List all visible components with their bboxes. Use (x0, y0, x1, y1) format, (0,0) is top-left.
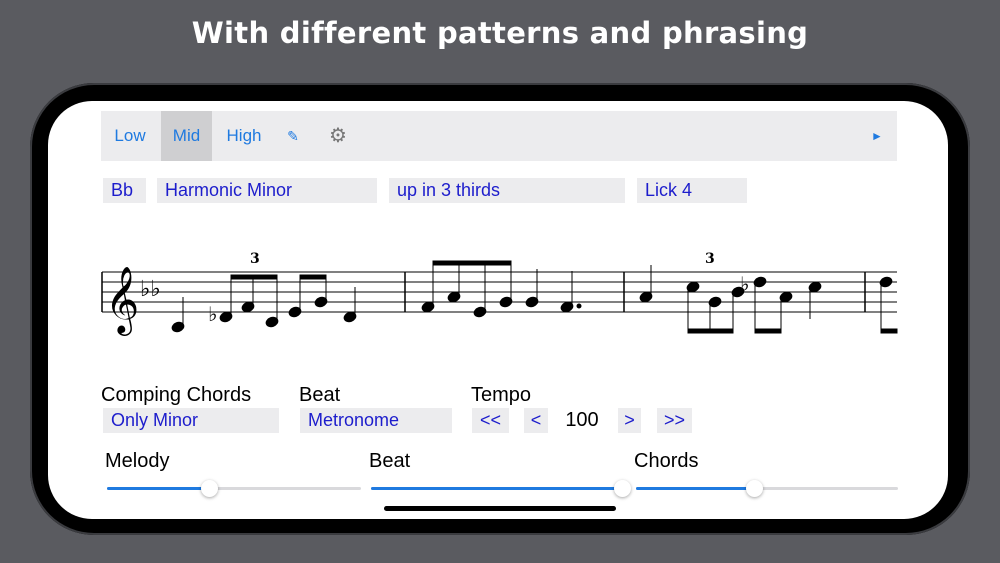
tempo-fast-forward-button[interactable]: >> (657, 408, 692, 433)
slider-thumb[interactable] (613, 480, 631, 497)
key-signature: ♭♭ (140, 277, 161, 302)
lick-selector[interactable]: Lick 4 (637, 178, 747, 203)
play-icon[interactable]: ► (865, 111, 889, 161)
headline: With different patterns and phrasing (191, 16, 809, 50)
tempo-value: 100 (565, 409, 599, 431)
slider-fill (107, 487, 209, 490)
chords-volume-label: Chords (634, 450, 699, 472)
melody-volume-slider[interactable] (107, 480, 361, 497)
tempo-back-button[interactable]: < (524, 408, 548, 433)
tempo-forward-button[interactable]: > (618, 408, 641, 433)
beam (299, 274, 327, 280)
beam (754, 328, 782, 334)
triplet-mark: 3 (250, 251, 260, 267)
chords-volume-slider[interactable] (636, 480, 898, 497)
music-staff: 𝄞 ♭♭ 3 3 ♭ ♭ (101, 251, 898, 336)
home-indicator (384, 506, 616, 511)
flat-accidental: ♭ (208, 302, 217, 326)
beam (687, 328, 734, 334)
dot (576, 303, 582, 309)
range-low-button[interactable]: Low (107, 111, 153, 161)
slider-fill (636, 487, 754, 490)
tempo-fast-back-button[interactable]: << (472, 408, 509, 433)
tempo-label: Tempo (471, 384, 532, 406)
comping-chords-label: Comping Chords (101, 384, 252, 406)
gear-icon[interactable]: ⚙ (323, 111, 353, 161)
app-screen: Low Mid High ✎ ⚙ ► Bb Harmonic Minor up … (48, 101, 948, 519)
scale-selector[interactable]: Harmonic Minor (157, 178, 377, 203)
triplet-mark: 3 (705, 251, 715, 267)
slider-thumb[interactable] (200, 480, 218, 497)
melody-volume-label: Melody (105, 450, 170, 472)
slider-thumb[interactable] (745, 480, 763, 497)
treble-clef-icon: 𝄞 (105, 265, 139, 336)
beat-label: Beat (299, 384, 341, 406)
key-selector[interactable]: Bb (103, 178, 146, 203)
toolbar: Low Mid High ✎ ⚙ ► (101, 111, 897, 161)
beam (432, 260, 512, 266)
beam (880, 328, 898, 334)
beat-volume-slider[interactable] (371, 480, 631, 497)
comping-chords-selector[interactable]: Only Minor (103, 408, 279, 433)
beat-volume-label: Beat (369, 450, 411, 472)
beat-selector[interactable]: Metronome (300, 408, 452, 433)
slider-fill (371, 487, 622, 490)
edit-icon[interactable]: ✎ (281, 111, 305, 161)
range-high-button[interactable]: High (219, 111, 269, 161)
beam (230, 274, 278, 280)
range-mid-button[interactable]: Mid (161, 111, 212, 161)
pattern-selector[interactable]: up in 3 thirds (389, 178, 625, 203)
